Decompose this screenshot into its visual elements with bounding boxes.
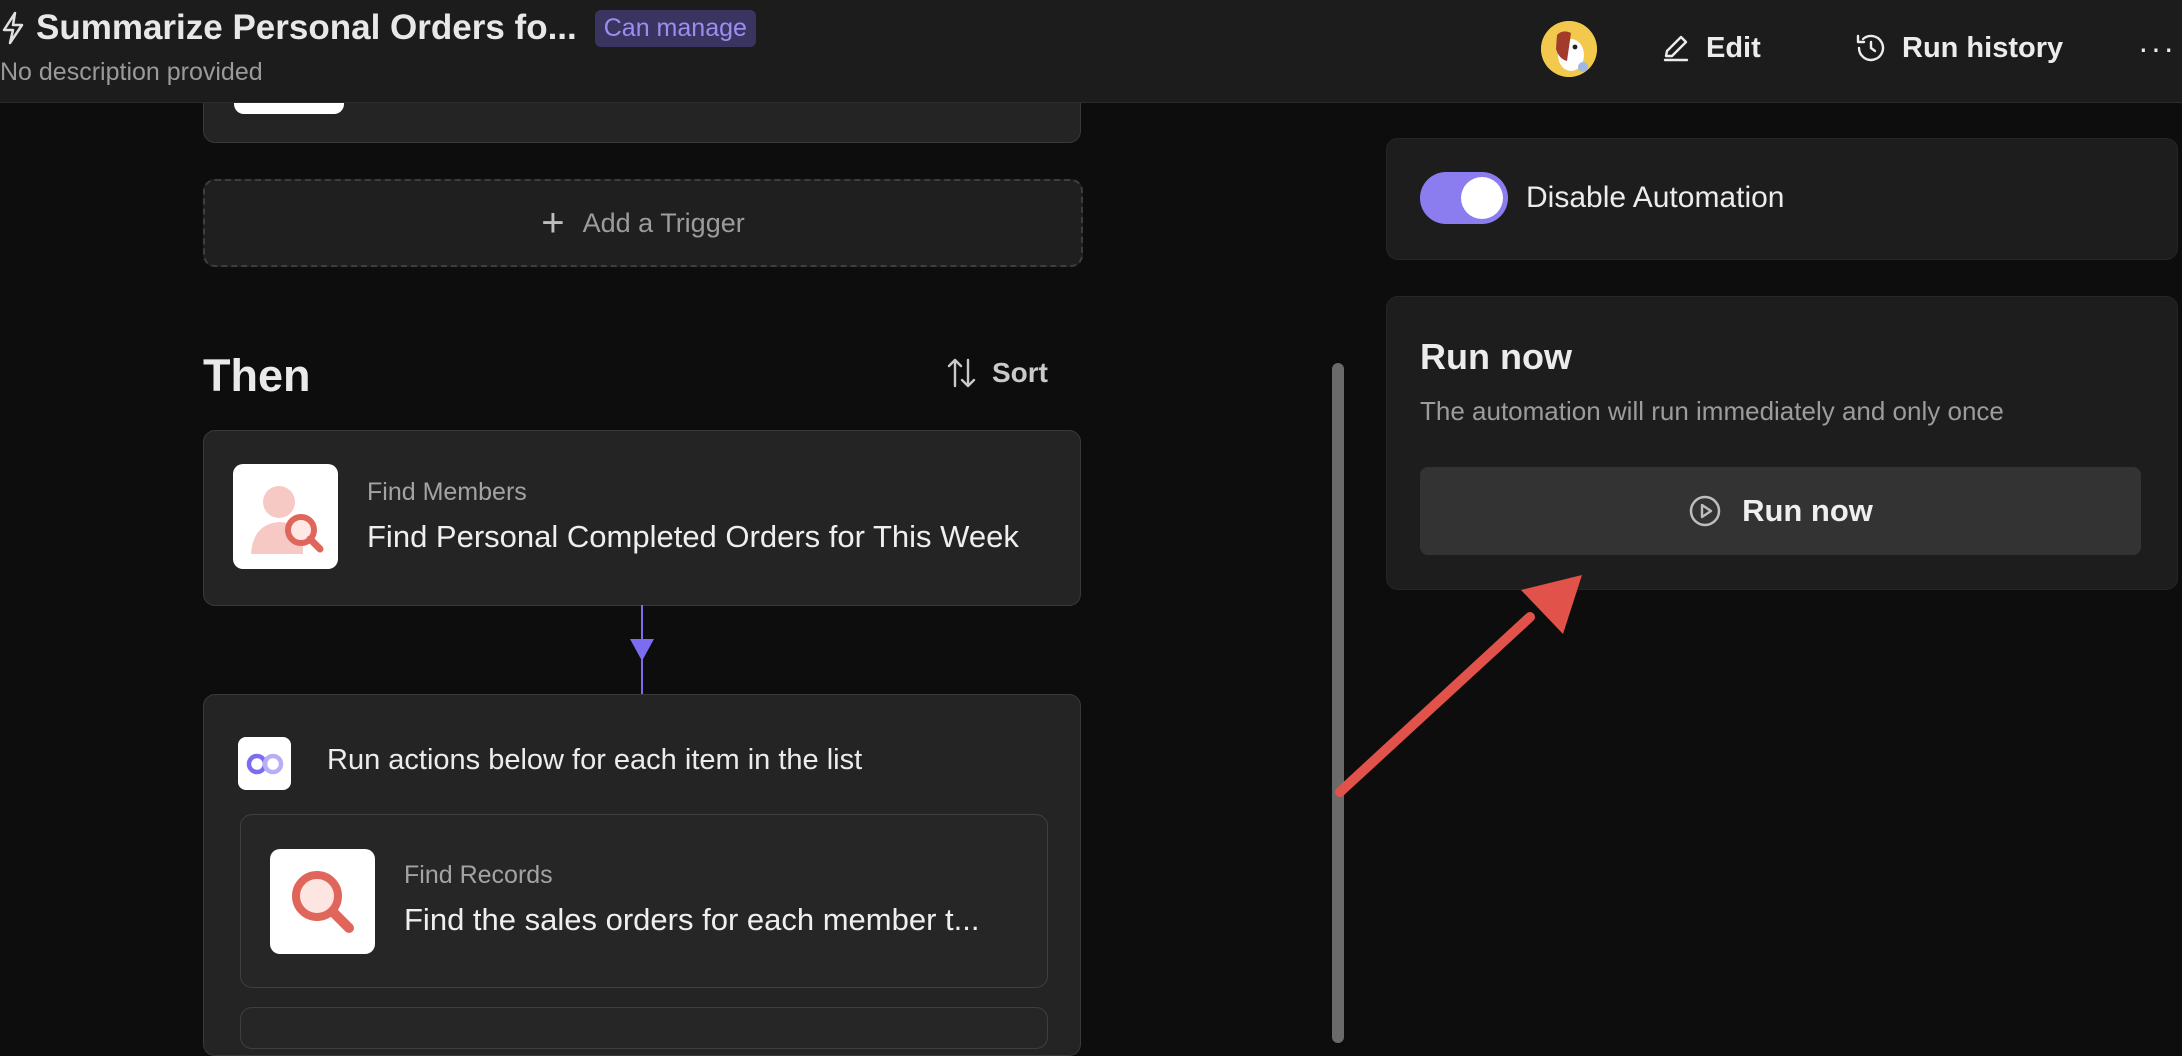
add-trigger-button[interactable]: + Add a Trigger bbox=[203, 179, 1083, 267]
run-now-heading: Run now bbox=[1420, 336, 1572, 377]
run-now-button[interactable]: Run now bbox=[1420, 467, 2141, 555]
add-trigger-label: Add a Trigger bbox=[582, 207, 745, 238]
more-options-button[interactable]: ··· bbox=[2138, 30, 2176, 67]
sort-button[interactable]: Sort bbox=[946, 356, 1048, 390]
find-records-icon-tile bbox=[270, 849, 375, 954]
title-row: Summarize Personal Orders fo... Can mana… bbox=[0, 8, 756, 48]
permission-badge: Can manage bbox=[594, 9, 756, 47]
disable-automation-label: Disable Automation bbox=[1526, 181, 1785, 214]
connector-arrow-icon bbox=[630, 639, 654, 661]
then-heading: Then bbox=[203, 350, 311, 401]
toggle-knob bbox=[1461, 177, 1503, 219]
edit-button[interactable]: Edit bbox=[1660, 26, 1761, 70]
step-name-label: Find the sales orders for each member t.… bbox=[404, 902, 980, 937]
disable-automation-toggle[interactable] bbox=[1420, 172, 1508, 224]
automation-title: Summarize Personal Orders fo... bbox=[36, 8, 577, 47]
find-members-icon-tile bbox=[233, 464, 338, 569]
sort-arrows-icon bbox=[947, 358, 976, 388]
find-members-step-card[interactable]: Find Members Find Personal Completed Ord… bbox=[203, 430, 1081, 606]
sort-label: Sort bbox=[992, 357, 1048, 388]
search-icon bbox=[291, 870, 354, 933]
history-icon bbox=[1856, 34, 1885, 62]
step-name-label: Find Personal Completed Orders for This … bbox=[367, 519, 1019, 554]
avatar-dog-icon bbox=[1541, 21, 1597, 77]
step-kind-label: Find Members bbox=[367, 478, 527, 506]
lightning-icon bbox=[2, 11, 24, 45]
app-header: Summarize Personal Orders fo... Can mana… bbox=[0, 0, 2182, 103]
infinity-loop-icon bbox=[246, 753, 283, 774]
automation-description: No description provided bbox=[0, 58, 263, 86]
loop-icon-tile bbox=[238, 737, 291, 790]
loop-label: Run actions below for each item in the l… bbox=[327, 744, 863, 776]
next-step-card[interactable] bbox=[240, 1007, 1048, 1049]
run-now-description: The automation will run immediately and … bbox=[1420, 396, 2004, 426]
find-records-step-card[interactable]: Find Records Find the sales orders for e… bbox=[240, 814, 1048, 988]
edit-label: Edit bbox=[1706, 31, 1761, 64]
canvas-scrollbar[interactable] bbox=[1332, 363, 1344, 1043]
pencil-icon bbox=[1663, 35, 1689, 62]
run-now-button-label: Run now bbox=[1742, 493, 1873, 528]
member-search-icon bbox=[250, 485, 323, 554]
run-history-label: Run history bbox=[1902, 31, 2064, 64]
run-history-button[interactable]: Run history bbox=[1854, 26, 2063, 70]
avatar[interactable] bbox=[1541, 21, 1597, 77]
play-circle-icon bbox=[1689, 495, 1721, 527]
step-kind-label: Find Records bbox=[404, 861, 553, 889]
plus-icon: + bbox=[541, 200, 565, 245]
